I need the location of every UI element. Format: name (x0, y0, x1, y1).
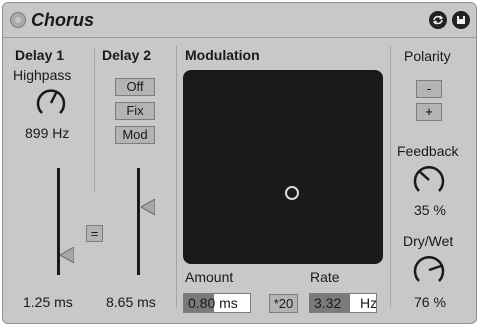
delay2-mod-button[interactable]: Mod (115, 126, 155, 144)
feedback-label: Feedback (397, 143, 459, 159)
feedback-value: 35 % (414, 202, 446, 218)
delay1-fader-handle[interactable] (60, 247, 74, 263)
delay2-heading: Delay 2 (102, 47, 152, 63)
delay2-fader-handle[interactable] (141, 199, 155, 215)
rate-label: Rate (310, 269, 340, 285)
link-button[interactable]: = (86, 225, 103, 242)
polarity-heading: Polarity (404, 48, 451, 64)
drywet-label: Dry/Wet (403, 233, 454, 249)
polarity-plus-button[interactable]: + (416, 103, 442, 121)
separator-3 (390, 46, 391, 308)
separator-2 (176, 46, 177, 308)
amount-field[interactable]: 0.80 ms (183, 293, 251, 313)
drywet-knob-pointer (428, 264, 442, 272)
separator-1 (94, 48, 95, 193)
delay2-fader[interactable] (137, 168, 140, 275)
rate-field[interactable]: 3.32 Hz (309, 293, 377, 313)
device-body: Delay 1 Highpass 899 Hz 1.25 ms = Delay … (3, 38, 476, 323)
modulation-heading: Modulation (185, 47, 260, 63)
delay2-fix-button[interactable]: Fix (115, 102, 155, 120)
highpass-label: Highpass (13, 67, 72, 83)
feedback-knob-pointer (418, 170, 430, 181)
amount-value: 0.80 ms (188, 295, 238, 311)
device-titlebar: Chorus (3, 3, 476, 38)
hotswap-arrows (432, 15, 444, 25)
chorus-device: Chorus Delay 1 Highpass 899 Hz 1.25 ms =… (2, 2, 477, 324)
rate-value: 3.32 (314, 295, 342, 311)
save-floppy (457, 16, 465, 24)
drywet-value: 76 % (414, 294, 446, 310)
drywet-knob[interactable] (411, 252, 447, 288)
highpass-knob-pointer (49, 90, 59, 104)
delay2-time-value: 8.65 ms (106, 294, 156, 310)
device-title: Chorus (31, 10, 94, 30)
delay1-heading: Delay 1 (15, 47, 65, 63)
feedback-knob[interactable] (411, 162, 447, 198)
highpass-value: 899 Hz (25, 125, 70, 141)
rate-multiplier-button[interactable]: *20 (269, 294, 298, 313)
power-icon[interactable] (10, 12, 26, 28)
xy-pad-handle[interactable] (285, 186, 299, 200)
hotswap-icon[interactable] (429, 11, 447, 29)
delay2-off-button[interactable]: Off (115, 78, 155, 96)
rate-unit: Hz (360, 295, 377, 311)
polarity-minus-button[interactable]: - (416, 80, 442, 98)
delay1-time-value: 1.25 ms (23, 294, 73, 310)
save-icon[interactable] (452, 11, 470, 29)
highpass-knob[interactable] (34, 86, 68, 120)
amount-label: Amount (185, 269, 234, 285)
modulation-xy-pad[interactable] (183, 70, 383, 264)
